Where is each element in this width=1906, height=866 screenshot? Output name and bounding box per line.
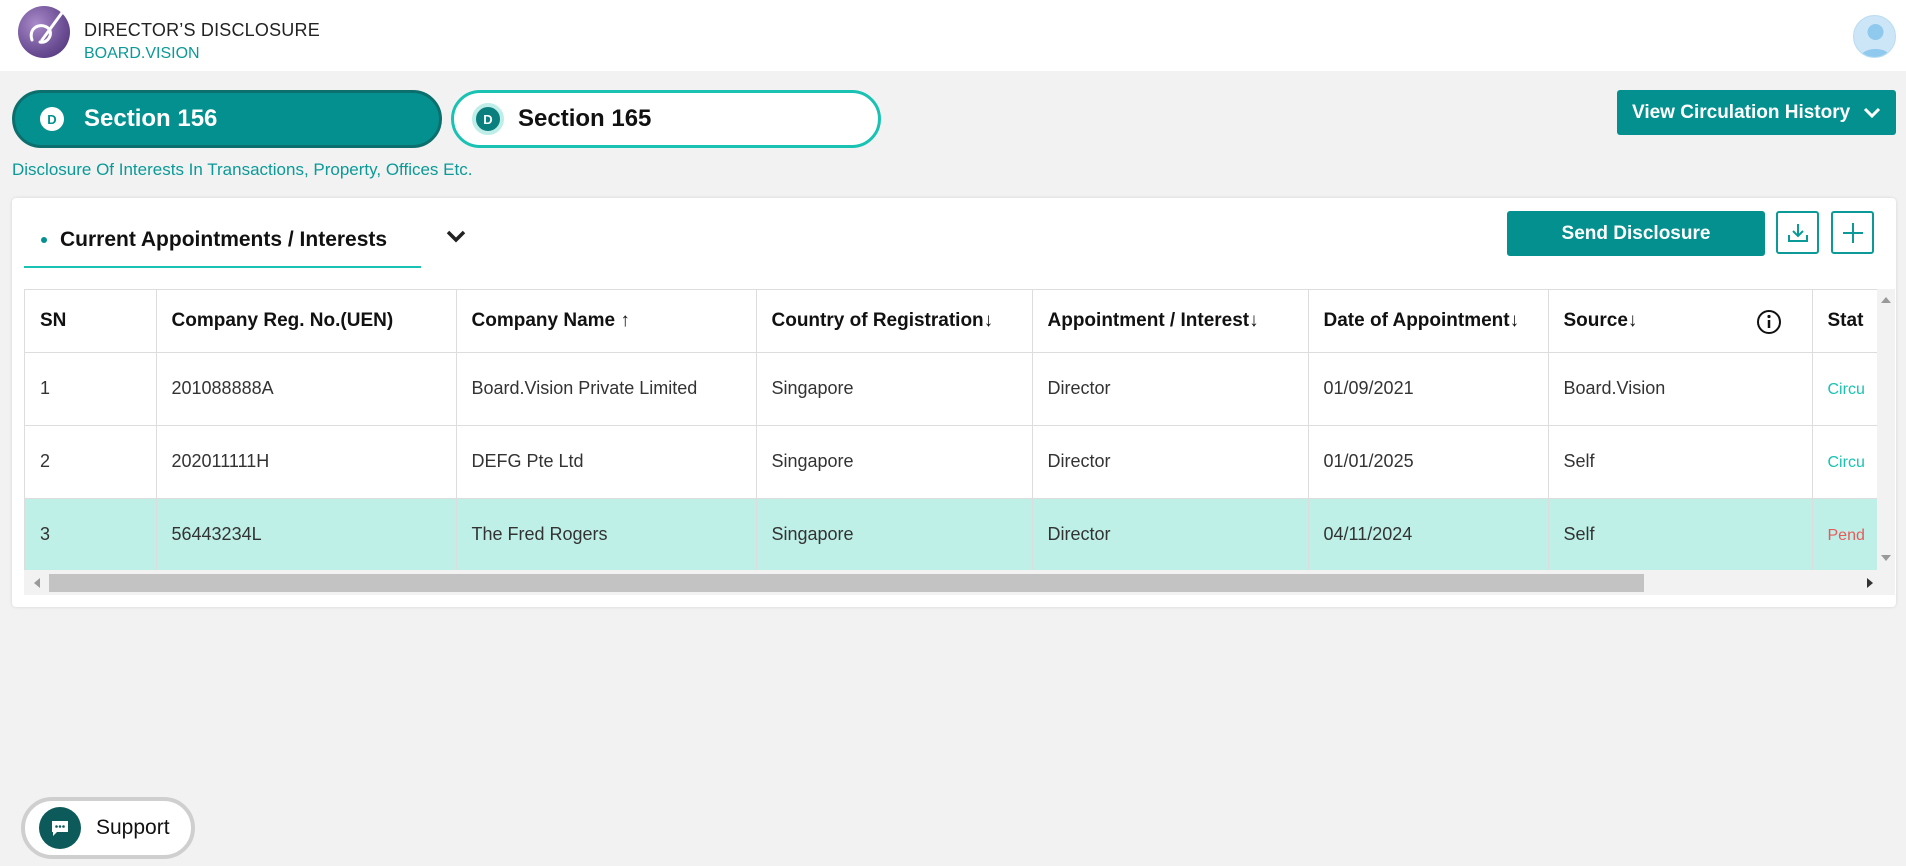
sort-arrow-down-icon: ↓ [983,309,994,331]
support-label: Support [96,816,170,839]
cell-status: Circu [1812,425,1877,499]
sort-arrow-down-icon: ↓ [1249,309,1259,331]
status-badge: Circu [1827,454,1865,471]
header-status[interactable]: Stat [1812,290,1877,353]
logo-icon[interactable] [18,6,70,58]
cell-date: 01/09/2021 [1308,352,1549,426]
plus-icon [1842,222,1863,243]
top-bar: DIRECTOR’S DISCLOSURE BOARD.VISION [0,0,1906,71]
status-badge: Circu [1827,381,1865,398]
table-header-row: SN Company Reg. No.(UEN) Company Name ↑ … [25,290,1877,353]
history-button-label: View Circulation History [1632,101,1851,123]
table-row-selected[interactable]: 3 56443234L The Fred Rogers Singapore Di… [25,498,1877,570]
cell-status: Circu [1812,352,1877,426]
table-row[interactable]: 2 202011111H DEFG Pte Ltd Singapore Dire… [25,425,1877,499]
tab-label: Section 156 [84,105,218,132]
cell-country: Singapore [756,352,1033,426]
section-badge: D [40,107,64,131]
header-source[interactable]: Source↓ [1548,290,1813,353]
app-subtitle: BOARD.VISION [84,45,200,62]
chevron-down-icon[interactable] [445,225,467,247]
page-subtitle: Disclosure Of Interests In Transactions,… [12,160,473,179]
horizontal-scrollbar[interactable] [24,570,1895,595]
chat-icon [39,807,81,849]
cell-appointment: Director [1032,425,1309,499]
cell-country: Singapore [756,498,1033,570]
cell-status: Pend [1812,498,1877,570]
cell-uen: 202011111H [156,425,457,499]
cell-sn: 2 [25,425,157,499]
sort-arrow-down-icon: ↓ [1627,309,1638,331]
cell-sn: 1 [25,352,157,426]
status-badge: Pend [1827,527,1865,544]
cell-appointment: Director [1032,498,1309,570]
vertical-scrollbar[interactable] [1877,289,1895,570]
header-country[interactable]: Country of Registration↓ [756,290,1033,353]
header-date[interactable]: Date of Appointment↓ [1308,290,1549,353]
section-badge: D [472,103,504,135]
cell-company: The Fred Rogers [456,498,757,570]
avatar-icon[interactable] [1853,15,1896,58]
appointments-table: SN Company Reg. No.(UEN) Company Name ↑ … [24,289,1895,595]
sort-arrow-up-icon: ↑ [620,309,630,331]
chevron-down-icon [1863,107,1881,119]
info-icon[interactable] [1756,309,1782,335]
cell-company: DEFG Pte Ltd [456,425,757,499]
download-button[interactable] [1776,211,1819,254]
table-row[interactable]: 1 201088888A Board.Vision Private Limite… [25,352,1877,426]
scroll-right-icon[interactable] [1867,578,1875,588]
cell-date: 04/11/2024 [1308,498,1549,570]
cell-appointment: Director [1032,352,1309,426]
tab-label: Current Appointments / Interests [60,228,388,251]
header-uen[interactable]: Company Reg. No.(UEN) [156,290,457,353]
header-sn[interactable]: SN [25,290,157,353]
scroll-left-icon[interactable] [32,578,40,588]
scroll-up-icon[interactable] [1881,295,1891,303]
cell-source: Board.Vision [1548,352,1813,426]
cell-company: Board.Vision Private Limited [456,352,757,426]
add-button[interactable] [1831,211,1874,254]
download-icon [1787,223,1808,242]
cell-source: Self [1548,425,1813,499]
support-button[interactable]: Support [21,797,195,859]
tab-current-appointments[interactable]: Current Appointments / Interests [24,214,421,268]
cell-country: Singapore [756,425,1033,499]
header-appointment[interactable]: Appointment / Interest↓ [1032,290,1309,353]
cell-date: 01/01/2025 [1308,425,1549,499]
view-circulation-history-button[interactable]: View Circulation History [1617,90,1896,135]
horizontal-scroll-thumb[interactable] [49,574,1644,592]
tab-section-165[interactable]: D Section 165 [451,90,881,148]
cell-uen: 56443234L [156,498,457,570]
scroll-down-icon[interactable] [1881,555,1891,563]
app-title: DIRECTOR’S DISCLOSURE [84,20,320,40]
cell-source: Self [1548,498,1813,570]
tab-label: Section 165 [518,105,652,132]
send-disclosure-button[interactable]: Send Disclosure [1507,211,1765,256]
bullet-dot [41,237,47,243]
sort-arrow-down-icon: ↓ [1509,309,1520,331]
header-company-name[interactable]: Company Name ↑ [456,290,757,353]
cell-uen: 201088888A [156,352,457,426]
appointments-card: Current Appointments / Interests Send Di… [12,198,1896,607]
tab-section-156[interactable]: D Section 156 [12,90,442,148]
cell-sn: 3 [25,498,157,570]
